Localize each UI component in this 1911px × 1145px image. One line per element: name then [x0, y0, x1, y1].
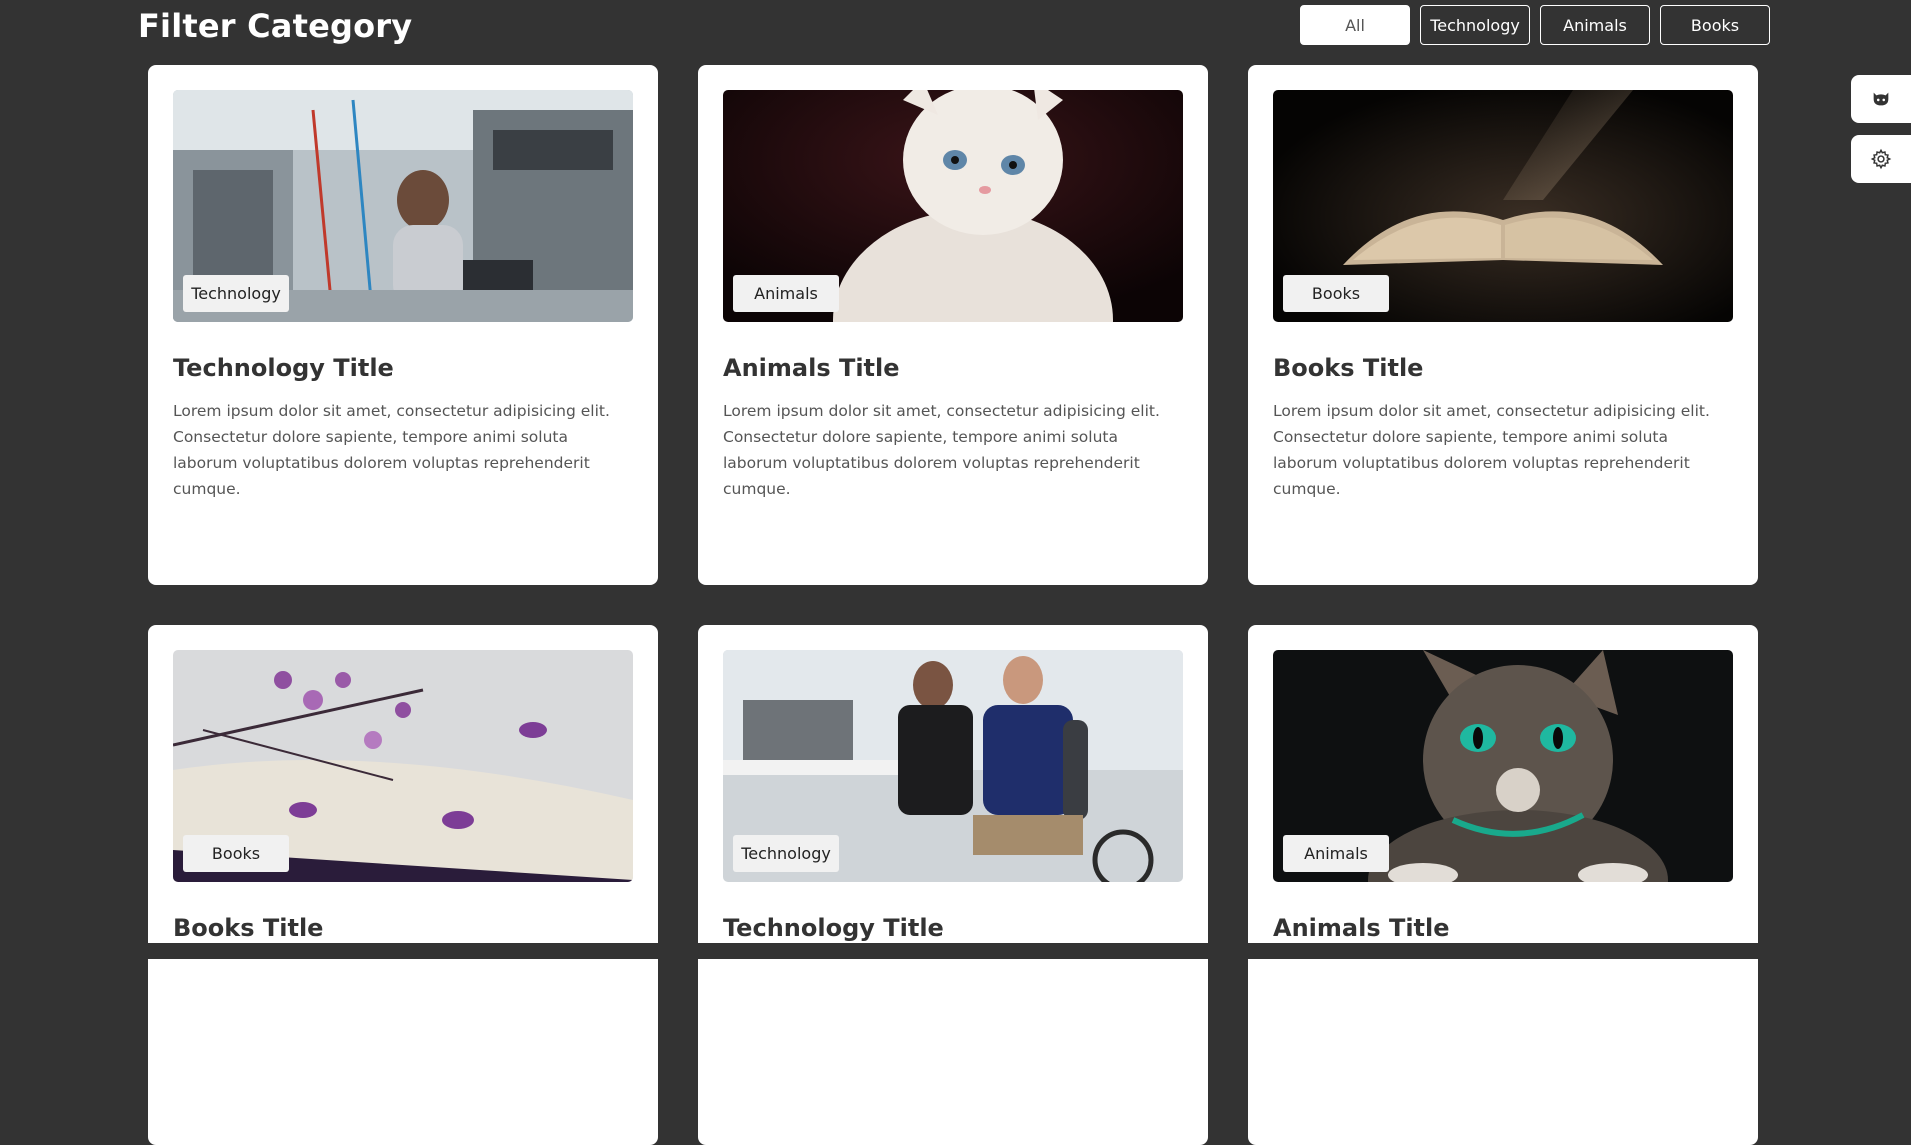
filter-books-button[interactable]: Books [1660, 5, 1770, 45]
card-image: Animals [1273, 650, 1733, 882]
card[interactable]: Animals Animals Title Lorem ipsum dolor … [698, 65, 1208, 585]
card-title: Books Title [1273, 354, 1424, 382]
page-title: Filter Category [138, 7, 413, 45]
card-image: Technology [723, 650, 1183, 882]
card-image: Books [1273, 90, 1733, 322]
category-tag: Books [183, 835, 289, 872]
card-title: Animals Title [723, 354, 900, 382]
bottom-edge [0, 943, 1911, 959]
gear-icon [1870, 148, 1892, 170]
card-title: Technology Title [173, 354, 394, 382]
card-image: Technology [173, 90, 633, 322]
card-grid: Technology Technology Title Lorem ipsum … [148, 65, 1758, 1145]
card[interactable]: Technology Technology Title [698, 625, 1208, 1145]
card-title: Technology Title [723, 914, 944, 942]
card-image: Animals [723, 90, 1183, 322]
category-tag: Technology [733, 835, 839, 872]
github-cat-icon [1873, 92, 1889, 106]
card-title: Animals Title [1273, 914, 1450, 942]
category-tag: Animals [1283, 835, 1389, 872]
card-text: Lorem ipsum dolor sit amet, consectetur … [173, 402, 610, 498]
card-text: Lorem ipsum dolor sit amet, consectetur … [723, 402, 1160, 498]
card[interactable]: Books Books Title Lorem ipsum dolor sit … [1248, 65, 1758, 585]
filter-bar: All Technology Animals Books [1300, 5, 1770, 45]
card[interactable]: Technology Technology Title Lorem ipsum … [148, 65, 658, 585]
card-text: Lorem ipsum dolor sit amet, consectetur … [1273, 402, 1710, 498]
filter-technology-button[interactable]: Technology [1420, 5, 1530, 45]
filter-animals-button[interactable]: Animals [1540, 5, 1650, 45]
category-tag: Technology [183, 275, 289, 312]
card-title: Books Title [173, 914, 324, 942]
page-header: Filter Category All Technology Animals B… [0, 0, 1911, 60]
category-tag: Animals [733, 275, 839, 312]
filter-all-button[interactable]: All [1300, 5, 1410, 45]
card-image: Books [173, 650, 633, 882]
card[interactable]: Books Books Title [148, 625, 658, 1145]
side-toolbar [1851, 75, 1911, 183]
settings-button[interactable] [1851, 135, 1911, 183]
github-button[interactable] [1851, 75, 1911, 123]
card[interactable]: Animals Animals Title [1248, 625, 1758, 1145]
category-tag: Books [1283, 275, 1389, 312]
